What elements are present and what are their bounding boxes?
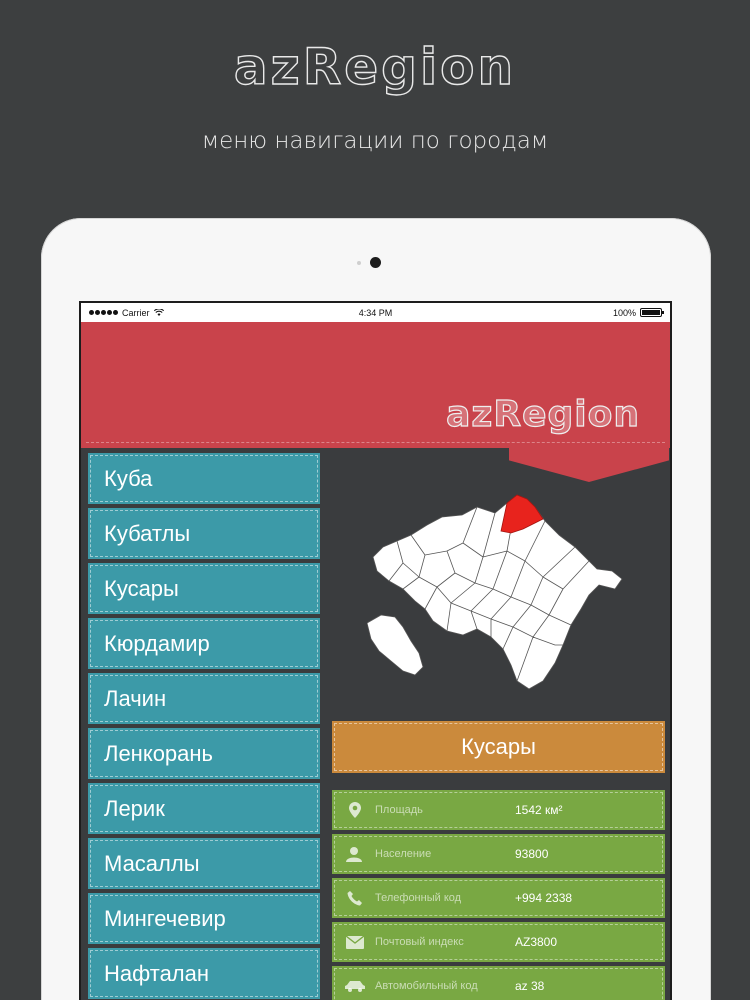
info-label: Телефонный код [375, 892, 462, 904]
city-item[interactable]: Масаллы [88, 838, 320, 889]
info-value: AZ3800 [515, 935, 558, 949]
ipad-sensor [357, 261, 361, 265]
info-label: Автомобильный код [375, 980, 478, 992]
phone-icon [335, 890, 375, 906]
city-item-label: Лерик [104, 795, 165, 821]
car-icon [335, 980, 375, 992]
region-map-svg [366, 494, 623, 690]
info-row-car-code: Автомобильный код az 38 [332, 966, 665, 1000]
battery-icon [639, 308, 664, 317]
city-item[interactable]: Кюрдамир [88, 618, 320, 669]
azerbaijan-map [366, 485, 627, 705]
status-bar: Carrier 4:34 PM 100% [81, 303, 670, 322]
info-row-population: Население 93800 [332, 834, 665, 874]
city-item-label: Ленкорань [104, 740, 214, 766]
info-value: 1542 км² [515, 803, 563, 817]
info-row-phone-code: Телефонный код +994 2338 [332, 878, 665, 918]
city-item[interactable]: Лерик [88, 783, 320, 834]
city-item[interactable]: Нафталан [88, 948, 320, 999]
envelope-icon [335, 935, 375, 949]
city-list: Куба Кубатлы Кусары Кюрдамир Лачин Ленко… [88, 453, 320, 1000]
city-item-label: Куба [104, 465, 153, 491]
app-header: azRegion [81, 322, 670, 448]
selected-city-title: Кусары [332, 721, 665, 773]
city-item-label: Кубатлы [104, 520, 191, 546]
info-value: az 38 [515, 979, 545, 993]
city-item-label: Нафталан [104, 960, 210, 986]
info-label: Население [375, 848, 432, 860]
city-item[interactable]: Лачин [88, 673, 320, 724]
city-item-label: Лачин [104, 685, 167, 711]
city-info-list: Площадь 1542 км² Население 93800 Телефон… [332, 790, 665, 1000]
person-icon [335, 846, 375, 862]
info-row-postal-code: Почтовый индекс AZ3800 [332, 922, 665, 962]
wifi-icon [153, 309, 164, 316]
city-item[interactable]: Кубатлы [88, 508, 320, 559]
header-logo: azRegion [446, 393, 640, 435]
battery-percent: 100% [612, 307, 636, 318]
city-item[interactable]: Кусары [88, 563, 320, 614]
ipad-camera [370, 257, 381, 268]
status-time: 4:34 PM [358, 307, 393, 318]
city-item-label: Кюрдамир [104, 630, 210, 656]
map-pin-icon [335, 802, 375, 818]
app-screen: Carrier 4:34 PM 100% azRegion Куба Кубат… [79, 301, 672, 1000]
info-label: Почтовый индекс [375, 936, 464, 948]
signal-icon [89, 310, 118, 315]
carrier-label: Carrier [122, 307, 150, 318]
city-item-label: Масаллы [104, 850, 200, 876]
city-item[interactable]: Ленкорань [88, 728, 320, 779]
promo-subtitle: меню навигации по городам [201, 128, 549, 154]
info-label: Площадь [375, 804, 423, 816]
city-item[interactable]: Куба [88, 453, 320, 504]
city-item-label: Мингечевир [104, 905, 226, 931]
header-ribbon-tab [509, 446, 669, 482]
city-item[interactable]: Мингечевир [88, 893, 320, 944]
info-row-area: Площадь 1542 км² [332, 790, 665, 830]
city-item-label: Кусары [104, 575, 179, 601]
promo-title: azRegion [233, 37, 517, 96]
info-value: +994 2338 [515, 891, 573, 905]
info-value: 93800 [515, 847, 549, 861]
